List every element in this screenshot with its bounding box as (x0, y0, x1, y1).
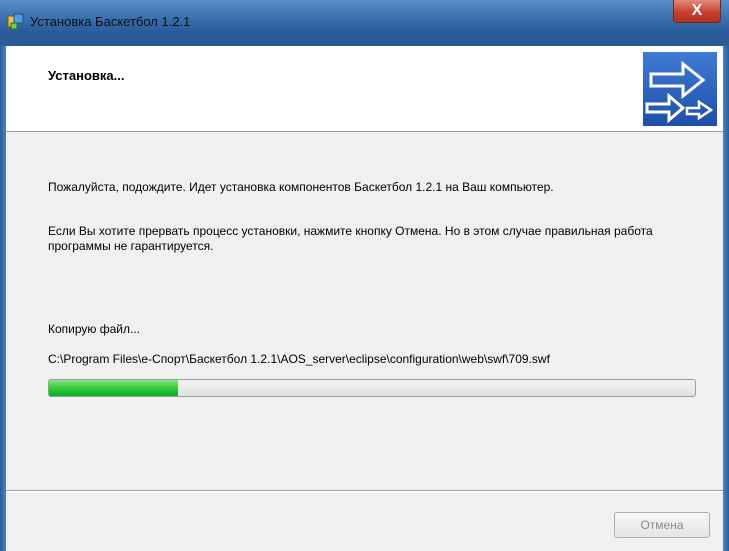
client-area: Установка... Пожалуйста, подождите. Идет… (6, 46, 723, 551)
progress-fill (49, 380, 179, 396)
install-arrows-icon (643, 52, 717, 126)
cancel-button[interactable]: Отмена (614, 512, 710, 538)
close-button[interactable]: X (673, 0, 721, 23)
install-message: Пожалуйста, подождите. Идет установка ко… (48, 180, 554, 194)
cancel-warning-message: Если Вы хотите прервать процесс установк… (48, 224, 653, 253)
window-title: Установка Баскетбол 1.2.1 (30, 14, 191, 29)
current-file-path: C:\Program Files\е-Спорт\Баскетбол 1.2.1… (48, 352, 550, 366)
footer-separator (6, 490, 723, 492)
installer-window: Установка Баскетбол 1.2.1 X Установка... (0, 0, 729, 551)
header-banner: Установка... (6, 46, 723, 132)
status-label: Копирую файл... (48, 322, 140, 336)
progress-bar (48, 379, 696, 397)
close-icon: X (691, 2, 703, 19)
installer-app-icon (7, 13, 24, 30)
page-title: Установка... (48, 68, 125, 83)
window-frame-right (723, 46, 729, 551)
title-bar[interactable]: Установка Баскетбол 1.2.1 X (0, 0, 729, 46)
